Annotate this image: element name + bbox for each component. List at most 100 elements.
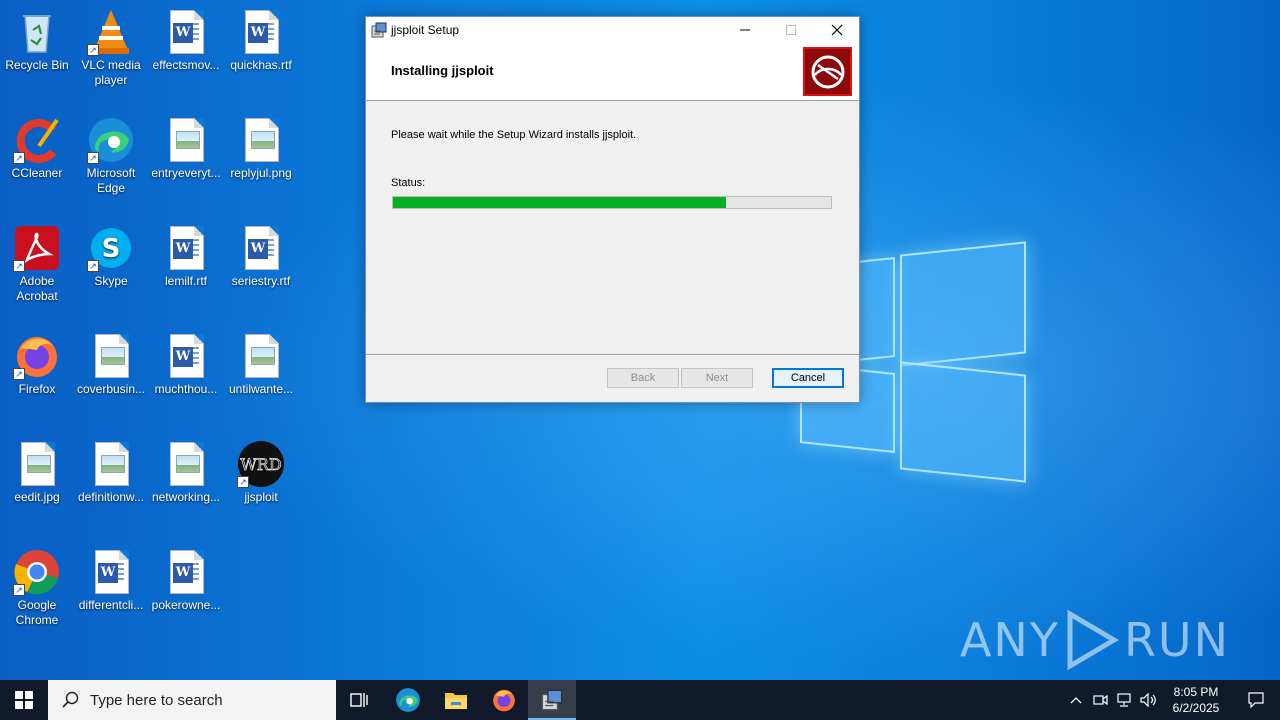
tray-network[interactable] <box>1112 680 1136 720</box>
taskbar-task-view[interactable] <box>336 680 384 720</box>
status-label: Status: <box>391 177 426 189</box>
word-doc-icon: W <box>237 8 285 56</box>
setup-window: jjsploit Setup Installing jjsploit Pleas… <box>365 16 860 403</box>
minimize-button[interactable] <box>722 17 768 43</box>
install-progress-bar <box>392 196 832 209</box>
search-icon <box>62 691 79 708</box>
desktop-icon-jjsploit[interactable]: WRD ↗ jjsploit <box>223 440 299 505</box>
desktop-icon-lemilf[interactable]: W lemilf.rtf <box>148 224 224 289</box>
image-file-icon <box>87 440 135 488</box>
install-message: Please wait while the Setup Wizard insta… <box>391 129 637 141</box>
taskbar-clock[interactable]: 8:05 PM 6/2/2025 <box>1164 684 1228 716</box>
action-center-button[interactable] <box>1232 680 1280 720</box>
image-file-icon <box>237 116 285 164</box>
tray-meet-now[interactable] <box>1088 680 1112 720</box>
desktop-icon-label: replyjul.png <box>230 166 292 180</box>
image-file-icon <box>162 116 210 164</box>
taskbar-edge[interactable] <box>384 680 432 720</box>
desktop-icon-label: seriestry.rtf <box>231 274 291 288</box>
start-button[interactable] <box>0 680 48 720</box>
desktop-icon-untilwante[interactable]: untilwante... <box>223 332 299 397</box>
minimize-icon <box>740 29 750 31</box>
desktop-icon-quickhas[interactable]: W quickhas.rtf <box>223 8 299 73</box>
system-tray: 8:05 PM 6/2/2025 <box>1064 680 1280 720</box>
search-placeholder: Type here to search <box>90 691 223 709</box>
installer-icon <box>371 22 387 38</box>
desktop-icon-recycle-bin[interactable]: Recycle Bin <box>0 8 75 73</box>
desktop-icon-definitionw[interactable]: definitionw... <box>73 440 149 505</box>
edge-icon: ↗ <box>87 116 135 164</box>
firefox-icon <box>493 689 515 712</box>
word-doc-icon: W <box>237 224 285 272</box>
close-button[interactable] <box>814 17 860 43</box>
desktop-icon-vlc[interactable]: ↗ VLC media player <box>73 8 149 88</box>
desktop-icon-label: entryeveryt... <box>151 166 221 180</box>
desktop-icon-replyjul[interactable]: replyjul.png <box>223 116 299 181</box>
desktop-icon-label: Recycle Bin <box>5 58 69 72</box>
desktop-icon-label: lemilf.rtf <box>165 274 207 288</box>
play-icon <box>1067 610 1119 670</box>
setup-banner-icon <box>803 47 852 96</box>
word-doc-icon: W <box>162 224 210 272</box>
edge-icon <box>396 688 420 712</box>
footer-divider <box>366 354 859 356</box>
chrome-icon: ↗ <box>13 548 61 596</box>
skype-icon: S ↗ <box>87 224 135 272</box>
tray-overflow-button[interactable] <box>1064 680 1088 720</box>
desktop-icon-label: pokerowne... <box>151 598 221 612</box>
maximize-button <box>768 17 814 43</box>
desktop-icon-eedit[interactable]: eedit.jpg <box>0 440 75 505</box>
file-explorer-icon <box>445 693 467 709</box>
desktop-icon-networking[interactable]: networking... <box>148 440 224 505</box>
desktop-icon-coverbusin[interactable]: coverbusin... <box>73 332 149 397</box>
desktop-icon-label: Google Chrome <box>15 598 59 627</box>
desktop-icon-muchthou[interactable]: W muchthou... <box>148 332 224 397</box>
cancel-button[interactable]: Cancel <box>772 368 844 388</box>
desktop-icon-effectsmov[interactable]: W effectsmov... <box>148 8 224 73</box>
anyrun-watermark: ANY RUN <box>960 610 1230 670</box>
desktop-icon-google-chrome[interactable]: ↗ Google Chrome <box>0 548 75 628</box>
desktop-icon-firefox[interactable]: ↗ Firefox <box>0 332 75 397</box>
desktop-icon-label: differentcli... <box>78 598 144 612</box>
desktop-icon-label: Skype <box>94 274 128 288</box>
svg-text:WRD: WRD <box>240 455 281 474</box>
disc-icon <box>811 55 844 88</box>
network-icon <box>1117 693 1131 707</box>
desktop-icon-differentcli[interactable]: W differentcli... <box>73 548 149 613</box>
tray-volume[interactable] <box>1136 680 1160 720</box>
chevron-up-icon <box>1070 697 1082 704</box>
desktop-icon-entryeveryt[interactable]: entryeveryt... <box>148 116 224 181</box>
notification-icon <box>1248 692 1264 709</box>
title-bar[interactable]: jjsploit Setup <box>366 17 859 43</box>
taskbar-search-box[interactable]: Type here to search <box>48 680 336 720</box>
desktop-icon-label: definitionw... <box>77 490 145 504</box>
vlc-icon: ↗ <box>87 8 135 56</box>
desktop-icon-skype[interactable]: S ↗ Skype <box>73 224 149 289</box>
image-file-icon <box>87 332 135 380</box>
meet-now-icon <box>1093 694 1108 706</box>
installer-icon <box>541 689 563 711</box>
taskbar-file-explorer[interactable] <box>432 680 480 720</box>
desktop-icon-label: muchthou... <box>154 382 218 396</box>
back-button: Back <box>607 368 679 388</box>
windows-start-icon <box>15 691 33 709</box>
word-doc-icon: W <box>87 548 135 596</box>
recycle-bin-icon <box>13 8 61 56</box>
jjsploit-icon: WRD ↗ <box>237 440 285 488</box>
desktop-icon-label: effectsmov... <box>152 58 220 72</box>
desktop-icon-label: quickhas.rtf <box>230 58 292 72</box>
desktop-icon-adobe-acrobat[interactable]: ↗ Adobe Acrobat <box>0 224 75 304</box>
desktop-icon-seriestry[interactable]: W seriestry.rtf <box>223 224 299 289</box>
progress-fill <box>393 197 726 208</box>
desktop-icon-microsoft-edge[interactable]: ↗ Microsoft Edge <box>73 116 149 196</box>
desktop-icon-label: untilwante... <box>228 382 294 396</box>
desktop-icon-ccleaner[interactable]: ↗ CCleaner <box>0 116 75 181</box>
desktop-icon-pokerowne[interactable]: W pokerowne... <box>148 548 224 613</box>
desktop-icon-label: coverbusin... <box>76 382 146 396</box>
taskbar-jjsploit-setup[interactable] <box>528 680 576 720</box>
acrobat-icon: ↗ <box>13 224 61 272</box>
desktop-icon-label: Firefox <box>18 382 56 396</box>
taskbar: Type here to search 8:05 PM 6/2/2025 <box>0 680 1280 720</box>
firefox-icon: ↗ <box>13 332 61 380</box>
taskbar-firefox[interactable] <box>480 680 528 720</box>
